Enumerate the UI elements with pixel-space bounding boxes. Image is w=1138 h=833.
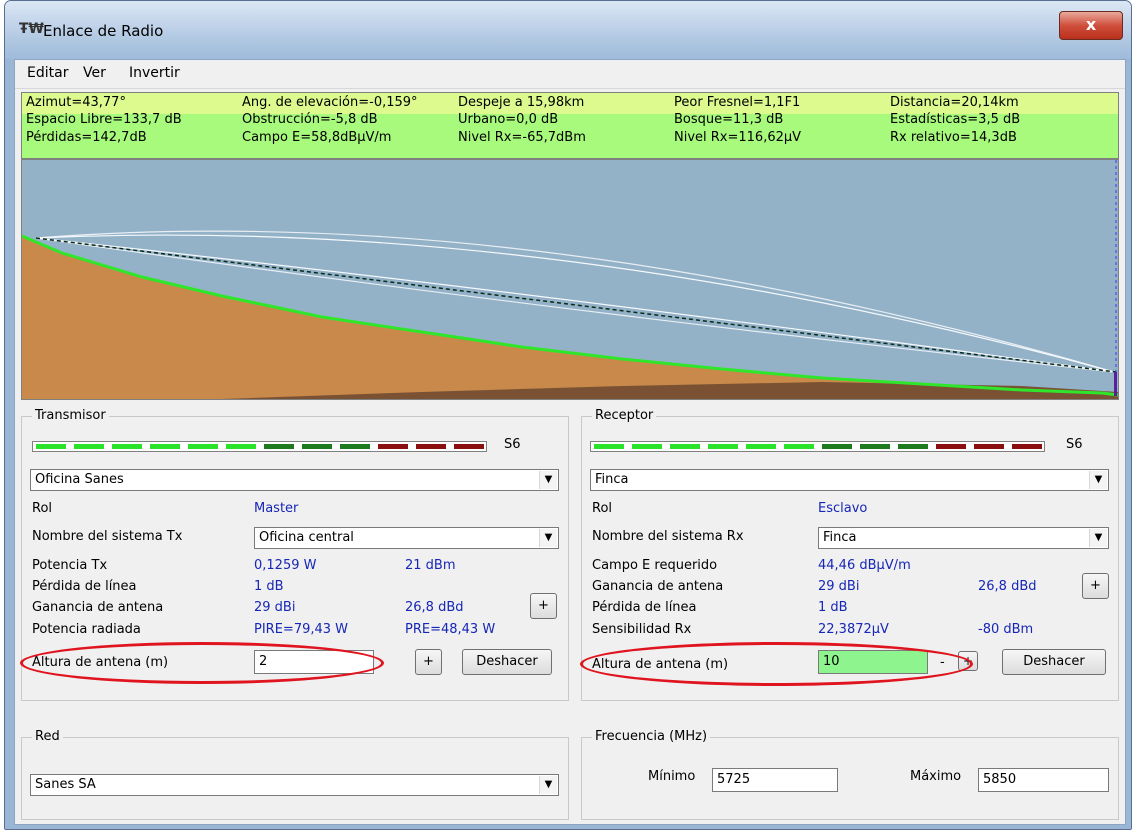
radio-link-window: Ŧ₩ Enlace de Radio x Editar Ver Invertir…: [4, 0, 1132, 830]
close-icon: x: [1085, 15, 1097, 34]
rx-rol-value: Esclavo: [818, 501, 868, 516]
tx-altura-plus-button[interactable]: +: [415, 649, 442, 675]
tx-radiada-label: Potencia radiada: [32, 622, 141, 637]
chevron-down-icon[interactable]: ▼: [1089, 529, 1107, 547]
tx-pire: PIRE=79,43 W: [254, 622, 349, 637]
tx-signal-level: S6: [504, 437, 521, 452]
info-perdidas: Pérdidas=142,7dB: [26, 130, 147, 145]
tx-station-select[interactable]: Oficina Sanes ▼: [30, 469, 559, 491]
info-obstruccion: Obstrucción=-5,8 dB: [242, 112, 378, 127]
tx-ganancia-label: Ganancia de antena: [32, 600, 164, 615]
info-estadisticas: Estadísticas=3,5 dB: [890, 112, 1021, 127]
receptor-title: Receptor: [592, 408, 657, 423]
rx-signal-meter: [590, 441, 1045, 452]
tx-ganancia-dbd: 26,8 dBd: [405, 600, 464, 615]
rx-campo-label: Campo E requerido: [592, 558, 718, 573]
frecuencia-max-input[interactable]: 5850: [978, 768, 1109, 792]
tx-rol-label: Rol: [32, 501, 53, 516]
menu-editar[interactable]: Editar: [27, 65, 68, 81]
tx-sistema-label: Nombre del sistema Tx: [32, 529, 183, 544]
frecuencia-title: Frecuencia (MHz): [592, 729, 711, 744]
tx-gain-plus-button[interactable]: +: [530, 593, 557, 619]
frecuencia-max-label: Máximo: [910, 769, 962, 784]
rx-highlight-ellipse: [580, 642, 973, 686]
rx-ganancia-dbd: 26,8 dBd: [978, 579, 1037, 594]
rx-signal-level: S6: [1066, 437, 1083, 452]
close-button[interactable]: x: [1059, 11, 1123, 40]
chevron-down-icon[interactable]: ▼: [539, 776, 557, 794]
info-bosque: Bosque=11,3 dB: [674, 112, 784, 127]
rx-perdida-label: Pérdida de línea: [592, 600, 697, 615]
tx-sistema-select[interactable]: Oficina central ▼: [254, 527, 559, 549]
chevron-down-icon[interactable]: ▼: [539, 471, 557, 489]
rx-rol-label: Rol: [592, 501, 613, 516]
rx-sistema-label: Nombre del sistema Rx: [592, 529, 744, 544]
title-bar[interactable]: Ŧ₩ Enlace de Radio x: [5, 1, 1131, 59]
rx-sistema-select[interactable]: Finca ▼: [818, 527, 1109, 549]
red-panel: Red Sanes SA ▼: [21, 729, 569, 820]
tx-perdida-label: Pérdida de línea: [32, 579, 137, 594]
frecuencia-min-input[interactable]: 5725: [712, 768, 838, 792]
red-select[interactable]: Sanes SA ▼: [30, 774, 559, 796]
menu-bar: Editar Ver Invertir: [15, 60, 1125, 89]
rx-sens-uv: 22,3872µV: [818, 622, 889, 637]
info-elevacion: Ang. de elevación=-0,159°: [242, 95, 418, 110]
rx-antenna-mast: [1114, 372, 1117, 396]
menu-invertir[interactable]: Invertir: [129, 65, 180, 81]
rx-station-select[interactable]: Finca ▼: [590, 469, 1109, 491]
info-rx-relativo: Rx relativo=14,3dB: [890, 130, 1017, 145]
rx-ganancia-dbi: 29 dBi: [818, 579, 860, 594]
receptor-panel: Receptor S6 Finca ▼ Rol Esclavo Nombre d…: [580, 408, 1119, 701]
info-espacio-libre: Espacio Libre=133,7 dB: [26, 112, 182, 127]
link-info-panel: Azimut=43,77° Ang. de elevación=-0,159° …: [21, 92, 1119, 159]
tx-signal-meter: [32, 441, 487, 452]
tx-pre: PRE=48,43 W: [405, 622, 496, 637]
rx-gain-plus-button[interactable]: +: [1082, 573, 1109, 599]
red-title: Red: [32, 729, 63, 744]
info-fresnel: Peor Fresnel=1,1F1: [674, 95, 801, 110]
info-distancia: Distancia=20,14km: [890, 95, 1019, 110]
chevron-down-icon[interactable]: ▼: [539, 529, 557, 547]
rx-campo-value: 44,46 dBµV/m: [818, 558, 911, 573]
info-campo-e: Campo E=58,8dBµV/m: [242, 130, 392, 145]
tx-highlight-ellipse: [20, 642, 384, 684]
app-icon: Ŧ₩: [19, 21, 44, 37]
red-value: Sanes SA: [35, 777, 96, 792]
tx-potencia-w: 0,1259 W: [254, 558, 317, 573]
tx-sistema-value: Oficina central: [259, 530, 354, 545]
rx-sens-label: Sensibilidad Rx: [592, 622, 692, 637]
transmisor-title: Transmisor: [32, 408, 109, 423]
tx-potencia-dbm: 21 dBm: [405, 558, 456, 573]
tx-rol-value: Master: [254, 501, 299, 516]
tx-perdida-value: 1 dB: [254, 579, 284, 594]
frecuencia-min-label: Mínimo: [648, 769, 696, 784]
terrain-profile: [21, 159, 1119, 400]
rx-ganancia-label: Ganancia de antena: [592, 579, 724, 594]
info-despeje: Despeje a 15,98km: [458, 95, 585, 110]
transmisor-panel: Transmisor S6 Oficina Sanes ▼ Rol Master…: [20, 408, 569, 701]
rx-deshacer-button[interactable]: Deshacer: [1002, 649, 1106, 675]
frecuencia-panel: Frecuencia (MHz) Mínimo 5725 Máximo 5850: [581, 729, 1119, 820]
client-area: Editar Ver Invertir Azimut=43,77° Ang. d…: [14, 59, 1126, 825]
tx-deshacer-button[interactable]: Deshacer: [462, 649, 552, 675]
menu-ver[interactable]: Ver: [83, 65, 106, 81]
terrain-profile-graphic: [22, 160, 1118, 399]
window-title: Enlace de Radio: [43, 22, 164, 40]
tx-ganancia-dbi: 29 dBi: [254, 600, 296, 615]
info-urbano: Urbano=0,0 dB: [458, 112, 559, 127]
rx-sistema-value: Finca: [823, 530, 857, 545]
chevron-down-icon[interactable]: ▼: [1089, 471, 1107, 489]
info-azimut: Azimut=43,77°: [26, 95, 126, 110]
info-nivel-rx-uv: Nivel Rx=116,62µV: [674, 130, 802, 145]
rx-station-value: Finca: [595, 472, 629, 487]
tx-potencia-label: Potencia Tx: [32, 558, 108, 573]
info-nivel-rx-dbm: Nivel Rx=-65,7dBm: [458, 130, 586, 145]
rx-sens-dbm: -80 dBm: [978, 622, 1034, 637]
rx-perdida-value: 1 dB: [818, 600, 848, 615]
tx-station-value: Oficina Sanes: [35, 472, 124, 487]
